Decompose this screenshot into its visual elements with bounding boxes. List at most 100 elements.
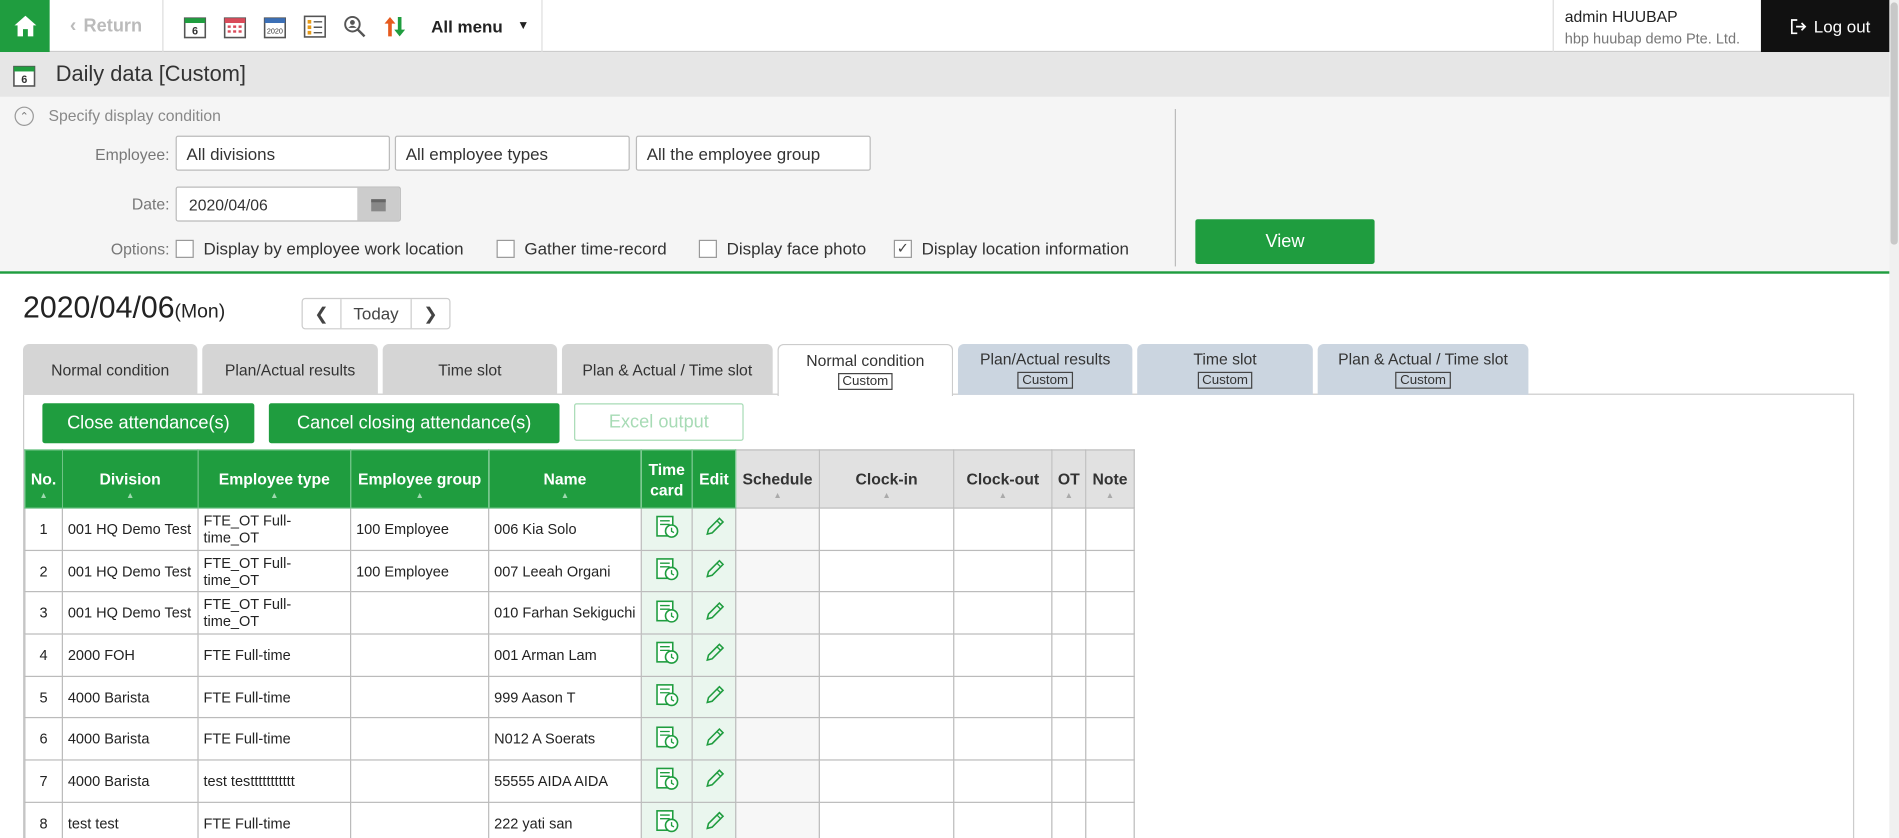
time-card-icon[interactable] [655, 558, 679, 585]
logout-button[interactable]: Log out [1760, 0, 1899, 53]
cell-no: 5 [24, 675, 63, 719]
col-note[interactable]: Note ▲ [1085, 449, 1135, 509]
next-day-button[interactable]: ❯ [412, 299, 450, 328]
cell-time-card [640, 591, 693, 635]
checkbox-face-photo[interactable] [698, 239, 717, 258]
option-gather-time-record[interactable]: Gather time-record [496, 239, 667, 258]
col-no[interactable]: No. ▲ [24, 449, 63, 509]
employee-label: Employee: [95, 145, 170, 164]
option-work-location[interactable]: Display by employee work location [175, 239, 464, 258]
edit-pencil-icon[interactable] [703, 601, 725, 626]
logout-icon [1790, 18, 1806, 34]
scrollbar-thumb[interactable] [1890, 2, 1898, 245]
employee-type-select[interactable]: All employee types [394, 135, 630, 171]
cell-clock-in [818, 633, 955, 677]
cell-name: 007 Leeah Organi [488, 549, 642, 593]
edit-pencil-icon[interactable] [703, 811, 725, 836]
close-attendance-button[interactable]: Close attendance(s) [42, 403, 255, 444]
all-menu-dropdown[interactable]: All menu ▼ [419, 0, 543, 53]
edit-pencil-icon[interactable] [703, 727, 725, 752]
cell-clock-in [818, 717, 955, 761]
cell-employee-group [350, 801, 490, 838]
excel-output-button[interactable]: Excel output [574, 403, 744, 441]
edit-pencil-icon[interactable] [703, 685, 725, 710]
cell-clock-in [818, 549, 955, 593]
col-division[interactable]: Division ▲ [61, 449, 199, 509]
monthly-calendar-icon[interactable] [222, 13, 247, 38]
previous-day-button[interactable]: ❮ [303, 299, 341, 328]
time-card-icon[interactable] [655, 600, 679, 627]
tab-plan-actual-custom[interactable]: Plan/Actual results Custom [957, 343, 1133, 395]
col-clock-out[interactable]: Clock-out ▲ [953, 449, 1053, 509]
option-face-photo[interactable]: Display face photo [698, 239, 866, 258]
cell-no: 1 [24, 507, 63, 551]
custom-tag: Custom [1197, 371, 1253, 389]
cell-no: 2 [24, 549, 63, 593]
tab-plan-actual-time-slot[interactable]: Plan & Actual / Time slot [561, 343, 773, 395]
date-field[interactable]: 2020/04/06 [175, 186, 401, 222]
cell-division: 4000 Barista [61, 675, 199, 719]
table-row: 5 4000 Barista FTE Full-time 999 Aason T [24, 675, 1135, 719]
checkbox-work-location[interactable] [175, 239, 194, 258]
cell-name: N012 A Soerats [488, 717, 642, 761]
cell-no: 6 [24, 717, 63, 761]
edit-pencil-icon[interactable] [703, 643, 725, 668]
cell-clock-out [953, 591, 1053, 635]
edit-pencil-icon[interactable] [703, 517, 725, 542]
view-button[interactable]: View [1195, 219, 1375, 265]
cell-schedule [735, 717, 820, 761]
search-person-icon[interactable] [342, 13, 367, 38]
tab-plan-actual[interactable]: Plan/Actual results [202, 343, 378, 395]
time-card-icon[interactable] [655, 684, 679, 711]
date-heading-weekday: (Mon) [174, 301, 226, 323]
col-employee-type[interactable]: Employee type ▲ [197, 449, 352, 509]
employee-group-select[interactable]: All the employee group [635, 135, 871, 171]
sort-icon: ▲ [270, 491, 279, 501]
tab-time-slot[interactable]: Time slot [382, 343, 558, 395]
cell-no: 8 [24, 801, 63, 838]
time-card-icon[interactable] [655, 726, 679, 753]
attendance-table: No. ▲ Division ▲ Employee type ▲ Employee g… [24, 449, 1135, 838]
tab-normal-condition-custom[interactable]: Normal condition Custom [777, 343, 954, 397]
home-button[interactable] [0, 0, 50, 53]
tab-time-slot-custom[interactable]: Time slot Custom [1137, 343, 1313, 395]
return-button[interactable]: ‹ Return [50, 0, 164, 53]
cell-note [1085, 591, 1135, 635]
cell-time-card [640, 507, 693, 551]
collapse-toggle-icon[interactable]: ⌃ [14, 106, 34, 126]
caret-down-icon: ▼ [517, 19, 530, 33]
checklist-icon[interactable] [302, 13, 327, 38]
edit-pencil-icon[interactable] [703, 769, 725, 794]
tab-normal-condition[interactable]: Normal condition [23, 343, 198, 395]
page-header: 6 Daily data [Custom] [0, 52, 1899, 97]
today-button[interactable]: Today [340, 299, 412, 329]
cell-division: 001 HQ Demo Test [61, 549, 199, 593]
option-location-info[interactable]: ✓ Display location information [893, 239, 1129, 258]
vertical-scrollbar[interactable] [1889, 0, 1899, 838]
time-card-icon[interactable] [655, 810, 679, 837]
cell-employee-group [350, 591, 490, 635]
cell-no: 3 [24, 591, 63, 635]
table-header-row: No. ▲ Division ▲ Employee type ▲ Employee g… [24, 449, 1135, 509]
sort-arrows-icon[interactable] [381, 13, 406, 38]
time-card-icon[interactable] [655, 768, 679, 795]
top-bar: ‹ Return 6 2020 All menu ▼ admin HUUBAP … [0, 0, 1899, 53]
time-card-icon[interactable] [655, 516, 679, 543]
col-ot[interactable]: OT ▲ [1051, 449, 1087, 509]
checkbox-gather-time-record[interactable] [496, 239, 515, 258]
daily-calendar-icon[interactable]: 6 [182, 13, 207, 38]
time-card-icon[interactable] [655, 642, 679, 669]
col-schedule[interactable]: Schedule ▲ [735, 449, 820, 509]
checkbox-location-info[interactable]: ✓ [893, 239, 912, 258]
edit-pencil-icon[interactable] [703, 559, 725, 584]
col-name[interactable]: Name ▲ [488, 449, 642, 509]
col-employee-group[interactable]: Employee group ▲ [350, 449, 490, 509]
col-clock-in[interactable]: Clock-in ▲ [818, 449, 955, 509]
yearly-calendar-icon[interactable]: 2020 [262, 13, 287, 38]
cell-edit [691, 507, 737, 551]
user-company: hbp huubap demo Pte. Ltd. [1564, 30, 1741, 48]
cancel-closing-attendance-button[interactable]: Cancel closing attendance(s) [268, 403, 560, 444]
tab-plan-actual-time-slot-custom[interactable]: Plan & Actual / Time slot Custom [1317, 343, 1529, 395]
division-select[interactable]: All divisions [175, 135, 390, 171]
date-picker-button[interactable] [357, 187, 400, 221]
